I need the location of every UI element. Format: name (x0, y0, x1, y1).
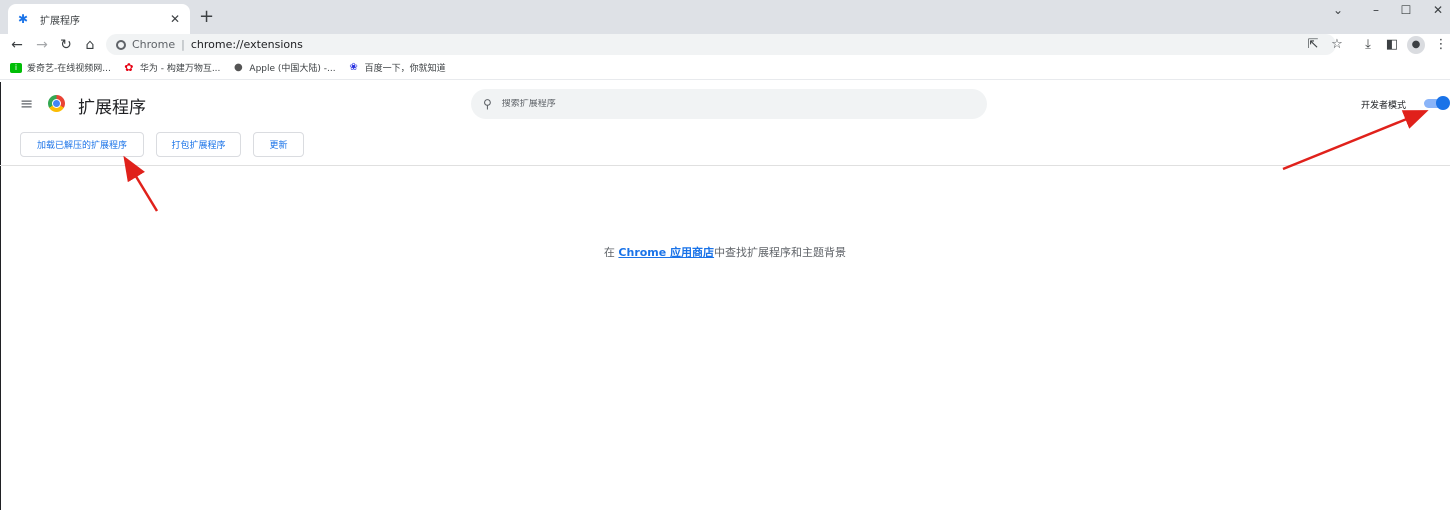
maximize-icon[interactable]: ☐ (1388, 0, 1424, 20)
apple-icon: ● (234, 62, 243, 73)
share-icon[interactable]: ⇱ (1304, 36, 1322, 54)
tab-strip: ✱ 扩展程序 ✕ + ⌄ – ☐ ✕ (0, 0, 1450, 34)
back-icon[interactable]: ← (7, 35, 27, 55)
baidu-icon: ❀ (349, 62, 358, 73)
more-menu-icon[interactable]: ⋮ (1432, 36, 1450, 54)
tab-close-icon[interactable]: ✕ (170, 12, 180, 26)
bookmark-baidu[interactable]: ❀ 百度一下，你就知道 (348, 61, 446, 74)
web-store-link[interactable]: Chrome 应用商店 (618, 246, 714, 259)
pack-extension-button[interactable]: 打包扩展程序 (156, 132, 241, 157)
developer-actions-bar: 加载已解压的扩展程序 打包扩展程序 更新 (0, 132, 1450, 166)
omnibox-separator: | (181, 38, 185, 51)
search-icon: ⚲ (483, 97, 492, 111)
arrow-to-load-unpacked (123, 155, 159, 212)
huawei-icon: ✿ (124, 61, 134, 74)
site-chip[interactable]: Chrome (116, 38, 175, 51)
home-icon[interactable]: ⌂ (80, 35, 100, 55)
tab-title: 扩展程序 (40, 15, 80, 27)
profile-avatar-icon[interactable]: ● (1407, 36, 1425, 54)
download-icon[interactable]: ⤓ (1359, 36, 1377, 54)
chrome-icon (116, 39, 126, 50)
browser-toolbar: ← → ↻ ⌂ Chrome | chrome://extensions ⇱ ☆… (0, 34, 1450, 56)
iqiyi-icon: i (10, 62, 22, 73)
empty-suffix: 中查找扩展程序和主题背景 (714, 246, 847, 259)
puzzle-icon: ✱ (18, 12, 29, 26)
hamburger-menu-icon[interactable]: ≡ (20, 94, 33, 113)
chrome-logo-icon (48, 95, 65, 112)
url-text[interactable]: chrome://extensions (191, 38, 303, 51)
address-bar[interactable]: Chrome | chrome://extensions (106, 34, 1336, 55)
extensions-header: ≡ 扩展程序 ⚲ 开发者模式 (0, 82, 1450, 126)
side-panel-icon[interactable]: ◧ (1383, 36, 1401, 54)
bookmark-label: 百度一下，你就知道 (364, 64, 446, 74)
forward-icon[interactable]: → (32, 35, 52, 55)
reload-icon[interactable]: ↻ (56, 35, 76, 55)
tab-search-chevron-down-icon[interactable]: ⌄ (1320, 0, 1356, 20)
bookmark-apple[interactable]: ● Apple (中国大陆) -... (232, 61, 336, 74)
bookmark-label: 爱奇艺-在线视频网... (27, 64, 111, 74)
update-button[interactable]: 更新 (253, 132, 304, 157)
page-title: 扩展程序 (78, 98, 146, 118)
developer-mode-label: 开发者模式 (1361, 101, 1407, 111)
site-chip-label: Chrome (132, 38, 176, 51)
search-box[interactable]: ⚲ (471, 89, 987, 119)
search-input[interactable] (501, 99, 987, 109)
empty-prefix: 在 (603, 246, 619, 259)
bookmark-huawei[interactable]: ✿ 华为 - 构建万物互... (123, 61, 221, 74)
load-unpacked-button[interactable]: 加载已解压的扩展程序 (20, 132, 144, 157)
bookmark-star-icon[interactable]: ☆ (1328, 36, 1346, 54)
window-close-icon[interactable]: ✕ (1420, 0, 1450, 20)
bookmark-iqiyi[interactable]: i 爱奇艺-在线视频网... (10, 61, 111, 74)
bookmark-label: Apple (中国大陆) -... (249, 64, 336, 74)
new-tab-button[interactable]: + (199, 6, 214, 27)
empty-state-message: 在 Chrome 应用商店中查找扩展程序和主题背景 (0, 244, 1450, 260)
bookmarks-bar: i 爱奇艺-在线视频网... ✿ 华为 - 构建万物互... ● Apple (… (0, 56, 1450, 80)
developer-mode-toggle[interactable] (1424, 96, 1450, 110)
bookmark-label: 华为 - 构建万物互... (139, 64, 221, 74)
toggle-knob (1436, 96, 1450, 110)
tab-extensions[interactable]: ✱ 扩展程序 ✕ (8, 4, 190, 34)
